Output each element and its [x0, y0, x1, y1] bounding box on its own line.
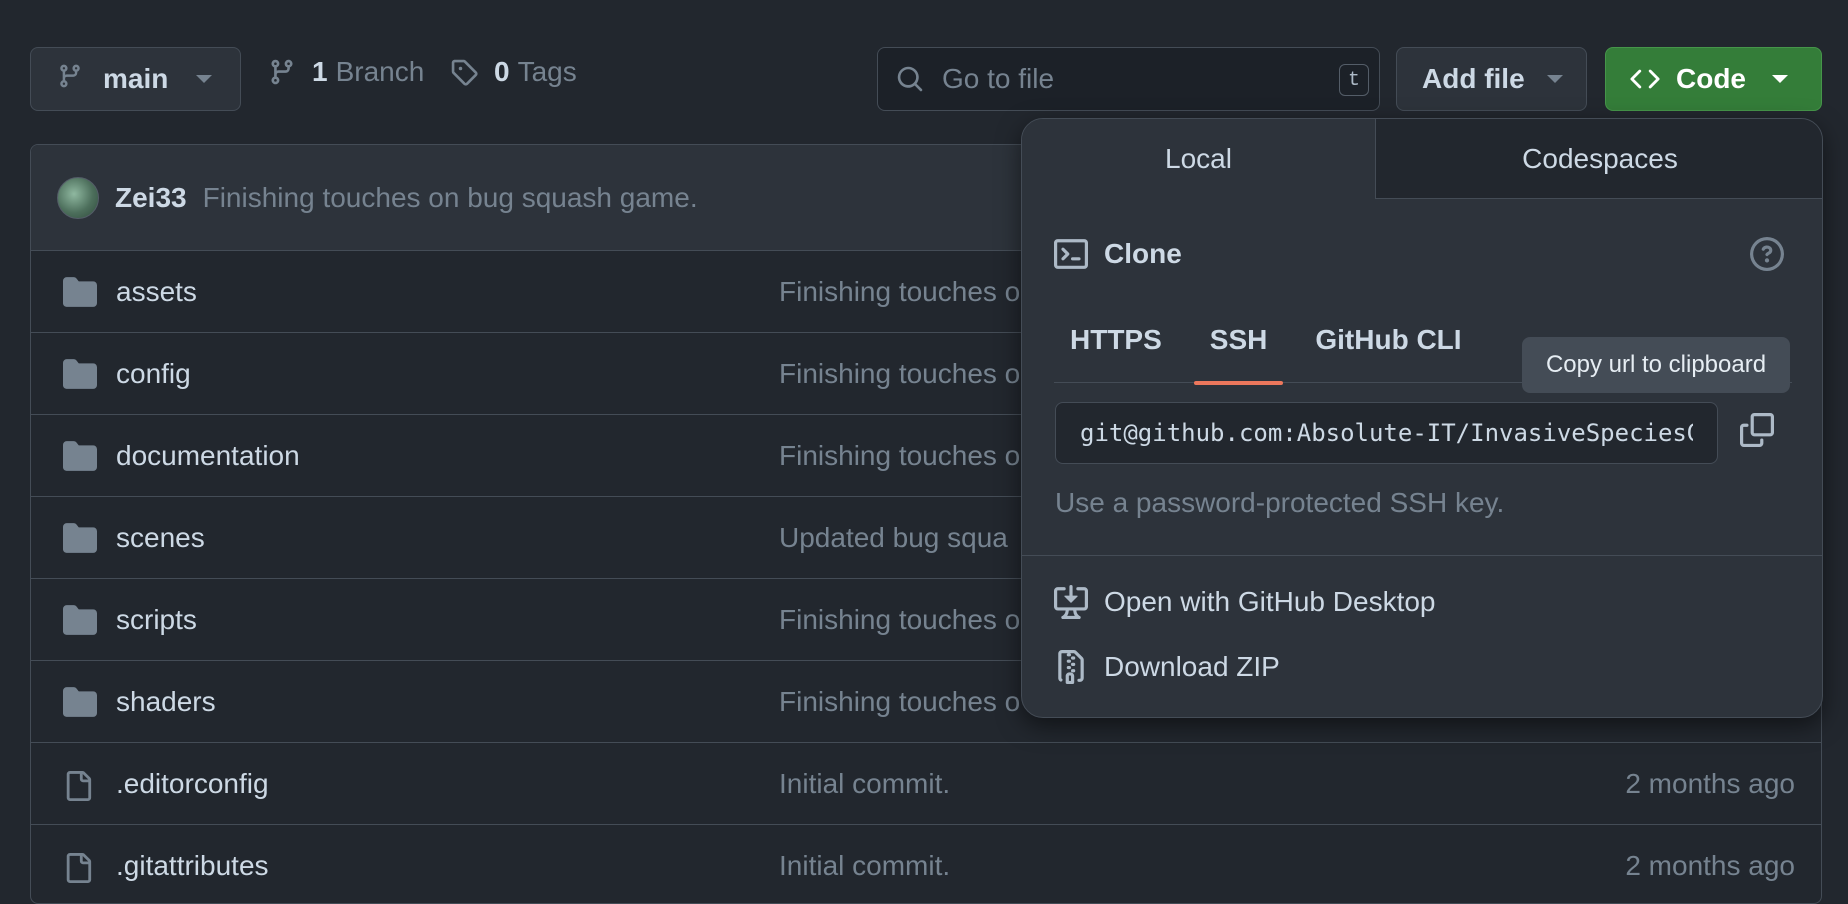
ssh-hint: Use a password-protected SSH key. — [1055, 487, 1505, 518]
file-name[interactable]: .gitattributes — [116, 850, 269, 882]
file-commit-message[interactable]: Finishing touches o — [779, 358, 1020, 390]
file-commit-message[interactable]: Finishing touches o — [779, 276, 1020, 308]
branch-name: main — [103, 63, 169, 94]
tags-label: Tags — [517, 56, 577, 87]
clone-header: Clone — [1054, 237, 1182, 271]
clone-url-input[interactable] — [1080, 403, 1693, 463]
branches-link[interactable]: 1 Branch — [268, 56, 424, 88]
copy-url-button[interactable] — [1740, 413, 1774, 452]
clone-url-field[interactable] — [1055, 402, 1718, 464]
file-date: 2 months ago — [1625, 849, 1795, 881]
code-button-label: Code — [1676, 63, 1746, 94]
table-row: .gitattributes Initial commit. 2 months ag… — [31, 825, 1821, 903]
branches-label: Branch — [335, 56, 425, 87]
code-dropdown-panel: Local Codespaces Clone HTTPS SSH GitHub … — [1021, 118, 1823, 718]
branches-count: 1 — [312, 56, 328, 87]
folder-icon — [63, 277, 97, 312]
avatar[interactable] — [57, 176, 99, 219]
git-branch-icon — [271, 59, 293, 85]
commit-author[interactable]: Zei33 — [115, 182, 187, 214]
keyboard-shortcut-hint: t — [1339, 64, 1369, 96]
download-zip-item[interactable]: Download ZIP — [1054, 650, 1280, 684]
file-commit-message[interactable]: Initial commit. — [779, 768, 950, 800]
file-date: 2 months ago — [1625, 767, 1795, 799]
repo-toolbar: main 1 Branch 0 Tags t Add file Code — [0, 0, 1848, 130]
tags-link[interactable]: 0 Tags — [450, 56, 577, 88]
folder-icon — [63, 605, 97, 640]
file-zip-icon — [1058, 650, 1084, 684]
file-commit-message[interactable]: Initial commit. — [779, 850, 950, 882]
code-dropdown-tabs: Local Codespaces — [1022, 119, 1822, 199]
chevron-down-icon — [1546, 75, 1563, 83]
copy-tooltip: Copy url to clipboard — [1522, 337, 1790, 393]
file-name[interactable]: assets — [116, 276, 197, 308]
search-input[interactable] — [942, 63, 1322, 95]
branch-select-button[interactable]: main — [30, 47, 241, 111]
file-commit-message[interactable]: Finishing touches o — [779, 604, 1020, 636]
folder-icon — [63, 359, 97, 394]
folder-icon — [63, 523, 97, 558]
go-to-file-search[interactable]: t — [877, 47, 1380, 111]
terminal-icon — [1054, 239, 1088, 269]
file-name[interactable]: documentation — [116, 440, 300, 472]
search-icon — [897, 66, 923, 92]
download-zip-label: Download ZIP — [1104, 651, 1280, 682]
file-name[interactable]: scripts — [116, 604, 197, 636]
open-desktop-label: Open with GitHub Desktop — [1104, 586, 1436, 617]
tab-github-cli[interactable]: GitHub CLI — [1299, 297, 1477, 383]
tag-icon — [451, 59, 478, 86]
tab-local[interactable]: Local — [1022, 119, 1376, 199]
folder-icon — [63, 441, 97, 476]
table-row: .editorconfig Initial commit. 2 months ago — [31, 743, 1821, 825]
git-branch-icon — [57, 63, 83, 96]
tab-https[interactable]: HTTPS — [1054, 297, 1178, 383]
commit-message[interactable]: Finishing touches on bug squash game. — [203, 182, 698, 214]
file-name[interactable]: scenes — [116, 522, 205, 554]
tags-count: 0 — [494, 56, 510, 87]
clone-title: Clone — [1104, 238, 1182, 269]
add-file-label: Add file — [1422, 63, 1525, 94]
file-commit-message[interactable]: Finishing touches o — [779, 440, 1020, 472]
divider — [1022, 555, 1822, 556]
question-icon[interactable] — [1750, 237, 1784, 276]
open-github-desktop-item[interactable]: Open with GitHub Desktop — [1054, 585, 1436, 619]
code-button[interactable]: Code — [1605, 47, 1822, 111]
copy-icon — [1740, 413, 1774, 447]
chevron-down-icon — [196, 75, 213, 83]
add-file-button[interactable]: Add file — [1396, 47, 1587, 111]
file-commit-message[interactable]: Finishing touches o — [779, 686, 1020, 718]
desktop-download-icon — [1054, 585, 1088, 619]
tab-codespaces[interactable]: Codespaces — [1376, 119, 1822, 198]
file-name[interactable]: config — [116, 358, 191, 390]
code-icon — [1630, 69, 1660, 89]
folder-icon — [63, 687, 97, 722]
file-commit-message[interactable]: Updated bug squa — [779, 522, 1008, 554]
chevron-down-icon — [1772, 75, 1788, 83]
file-icon — [63, 851, 93, 890]
file-name[interactable]: .editorconfig — [116, 768, 269, 800]
tab-ssh[interactable]: SSH — [1193, 297, 1284, 385]
file-name[interactable]: shaders — [116, 686, 216, 718]
file-icon — [63, 769, 93, 808]
